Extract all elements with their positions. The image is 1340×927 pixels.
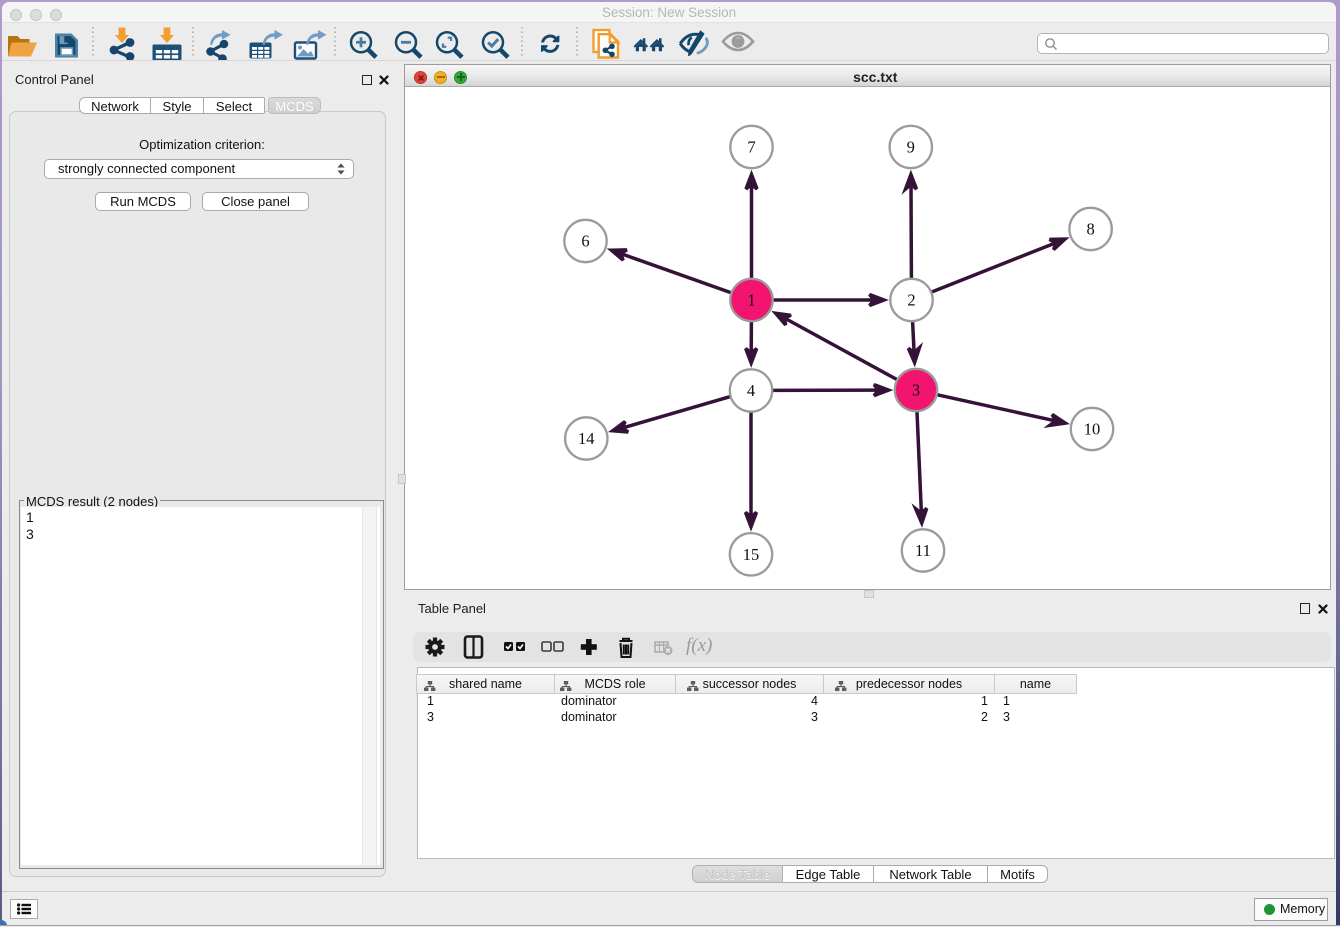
svg-text:14: 14 — [578, 429, 595, 448]
svg-text:1: 1 — [747, 291, 755, 310]
svg-text:3: 3 — [912, 381, 920, 400]
svg-text:10: 10 — [1084, 420, 1101, 439]
svg-text:6: 6 — [581, 232, 589, 251]
svg-text:7: 7 — [747, 138, 755, 157]
svg-text:11: 11 — [915, 541, 931, 560]
svg-text:2: 2 — [907, 291, 915, 310]
svg-text:15: 15 — [743, 545, 760, 564]
svg-text:4: 4 — [747, 381, 755, 400]
svg-text:8: 8 — [1086, 220, 1094, 239]
svg-text:9: 9 — [907, 138, 915, 157]
